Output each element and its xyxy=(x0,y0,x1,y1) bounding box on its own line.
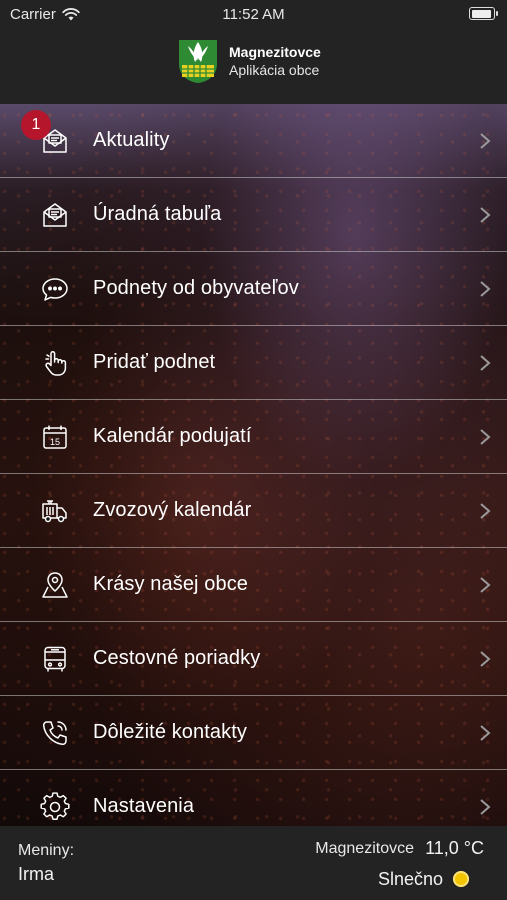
menu-item-label: Krásy našej obce xyxy=(93,573,249,595)
app-header: Magnezitovce Aplikácia obce xyxy=(0,28,507,104)
bus-icon xyxy=(40,644,70,674)
app-name: Magnezitovce xyxy=(229,44,321,60)
brand: Magnezitovce Aplikácia obce xyxy=(177,38,321,84)
chevron-right-icon xyxy=(480,206,491,223)
menu-item-label: Pridať podnet xyxy=(93,351,216,373)
weather-city: Magnezitovce xyxy=(315,840,414,857)
garbage-truck-icon xyxy=(40,496,70,526)
menu-item-label: Podnety od obyvateľov xyxy=(93,277,299,299)
chevron-right-icon xyxy=(480,798,491,815)
battery-icon xyxy=(469,7,498,20)
menu-item-krasy-obce[interactable]: Krásy našej obce xyxy=(0,548,507,622)
calendar-icon: 15 xyxy=(40,422,70,452)
sun-icon xyxy=(453,871,469,887)
chevron-right-icon xyxy=(480,132,491,149)
pointing-hand-icon xyxy=(40,348,70,378)
menu-item-nastavenia[interactable]: Nastavenia xyxy=(0,770,507,826)
municipality-crest-logo xyxy=(179,40,217,83)
menu-item-label: Kalendár podujatí xyxy=(93,425,252,447)
menu-item-label: Úradná tabuľa xyxy=(93,203,222,225)
chevron-right-icon xyxy=(480,428,491,445)
noticeboard-envelope-icon xyxy=(40,200,70,230)
chevron-right-icon xyxy=(480,502,491,519)
weather-temperature: 11,0 °C xyxy=(425,838,484,858)
app-subtitle: Aplikácia obce xyxy=(229,62,320,78)
menu-item-aktuality[interactable]: 1 Aktuality xyxy=(0,104,507,178)
brand-text: Magnezitovce Aplikácia obce xyxy=(229,44,321,78)
chevron-right-icon xyxy=(480,354,491,371)
chevron-right-icon xyxy=(480,576,491,593)
main-menu: 1 Aktuality Úradná tabuľa Podnety od oby… xyxy=(0,104,507,826)
gear-icon xyxy=(40,791,70,822)
notification-badge: 1 xyxy=(21,110,51,140)
menu-item-cestovne-poriadky[interactable]: Cestovné poriadky xyxy=(0,622,507,696)
status-time: 11:52 AM xyxy=(222,6,285,23)
menu-item-label: Zvozový kalendár xyxy=(93,499,252,521)
menu-item-label: Dôležité kontakty xyxy=(93,721,247,743)
menu-item-pridat-podnet[interactable]: Pridať podnet xyxy=(0,326,507,400)
menu-item-dolezite-kontakty[interactable]: Dôležité kontakty xyxy=(0,696,507,770)
weather-condition: Slnečno xyxy=(377,869,443,889)
nameday-label: Meniny: xyxy=(18,842,75,859)
chevron-right-icon xyxy=(480,650,491,667)
phone-icon xyxy=(40,718,70,748)
calendar-icon-day: 15 xyxy=(50,437,60,447)
map-pin-icon xyxy=(40,570,70,600)
nameday-name: Irma xyxy=(18,864,54,884)
chevron-right-icon xyxy=(480,280,491,297)
menu-item-zvozovy-kalendar[interactable]: Zvozový kalendár xyxy=(0,474,507,548)
status-bar: Carrier 11:52 AM xyxy=(0,0,507,28)
chevron-right-icon xyxy=(480,724,491,741)
menu-item-label: Nastavenia xyxy=(93,795,195,817)
menu-item-uradna-tabula[interactable]: Úradná tabuľa xyxy=(0,178,507,252)
chat-bubble-icon xyxy=(40,274,70,304)
info-footer: Meniny: Irma Magnezitovce 11,0 °C Slnečn… xyxy=(0,826,507,900)
menu-item-podnety[interactable]: Podnety od obyvateľov xyxy=(0,252,507,326)
menu-item-label: Cestovné poriadky xyxy=(93,647,261,669)
menu-item-kalendar-podujati[interactable]: 15 Kalendár podujatí xyxy=(0,400,507,474)
menu-item-label: Aktuality xyxy=(93,129,170,151)
